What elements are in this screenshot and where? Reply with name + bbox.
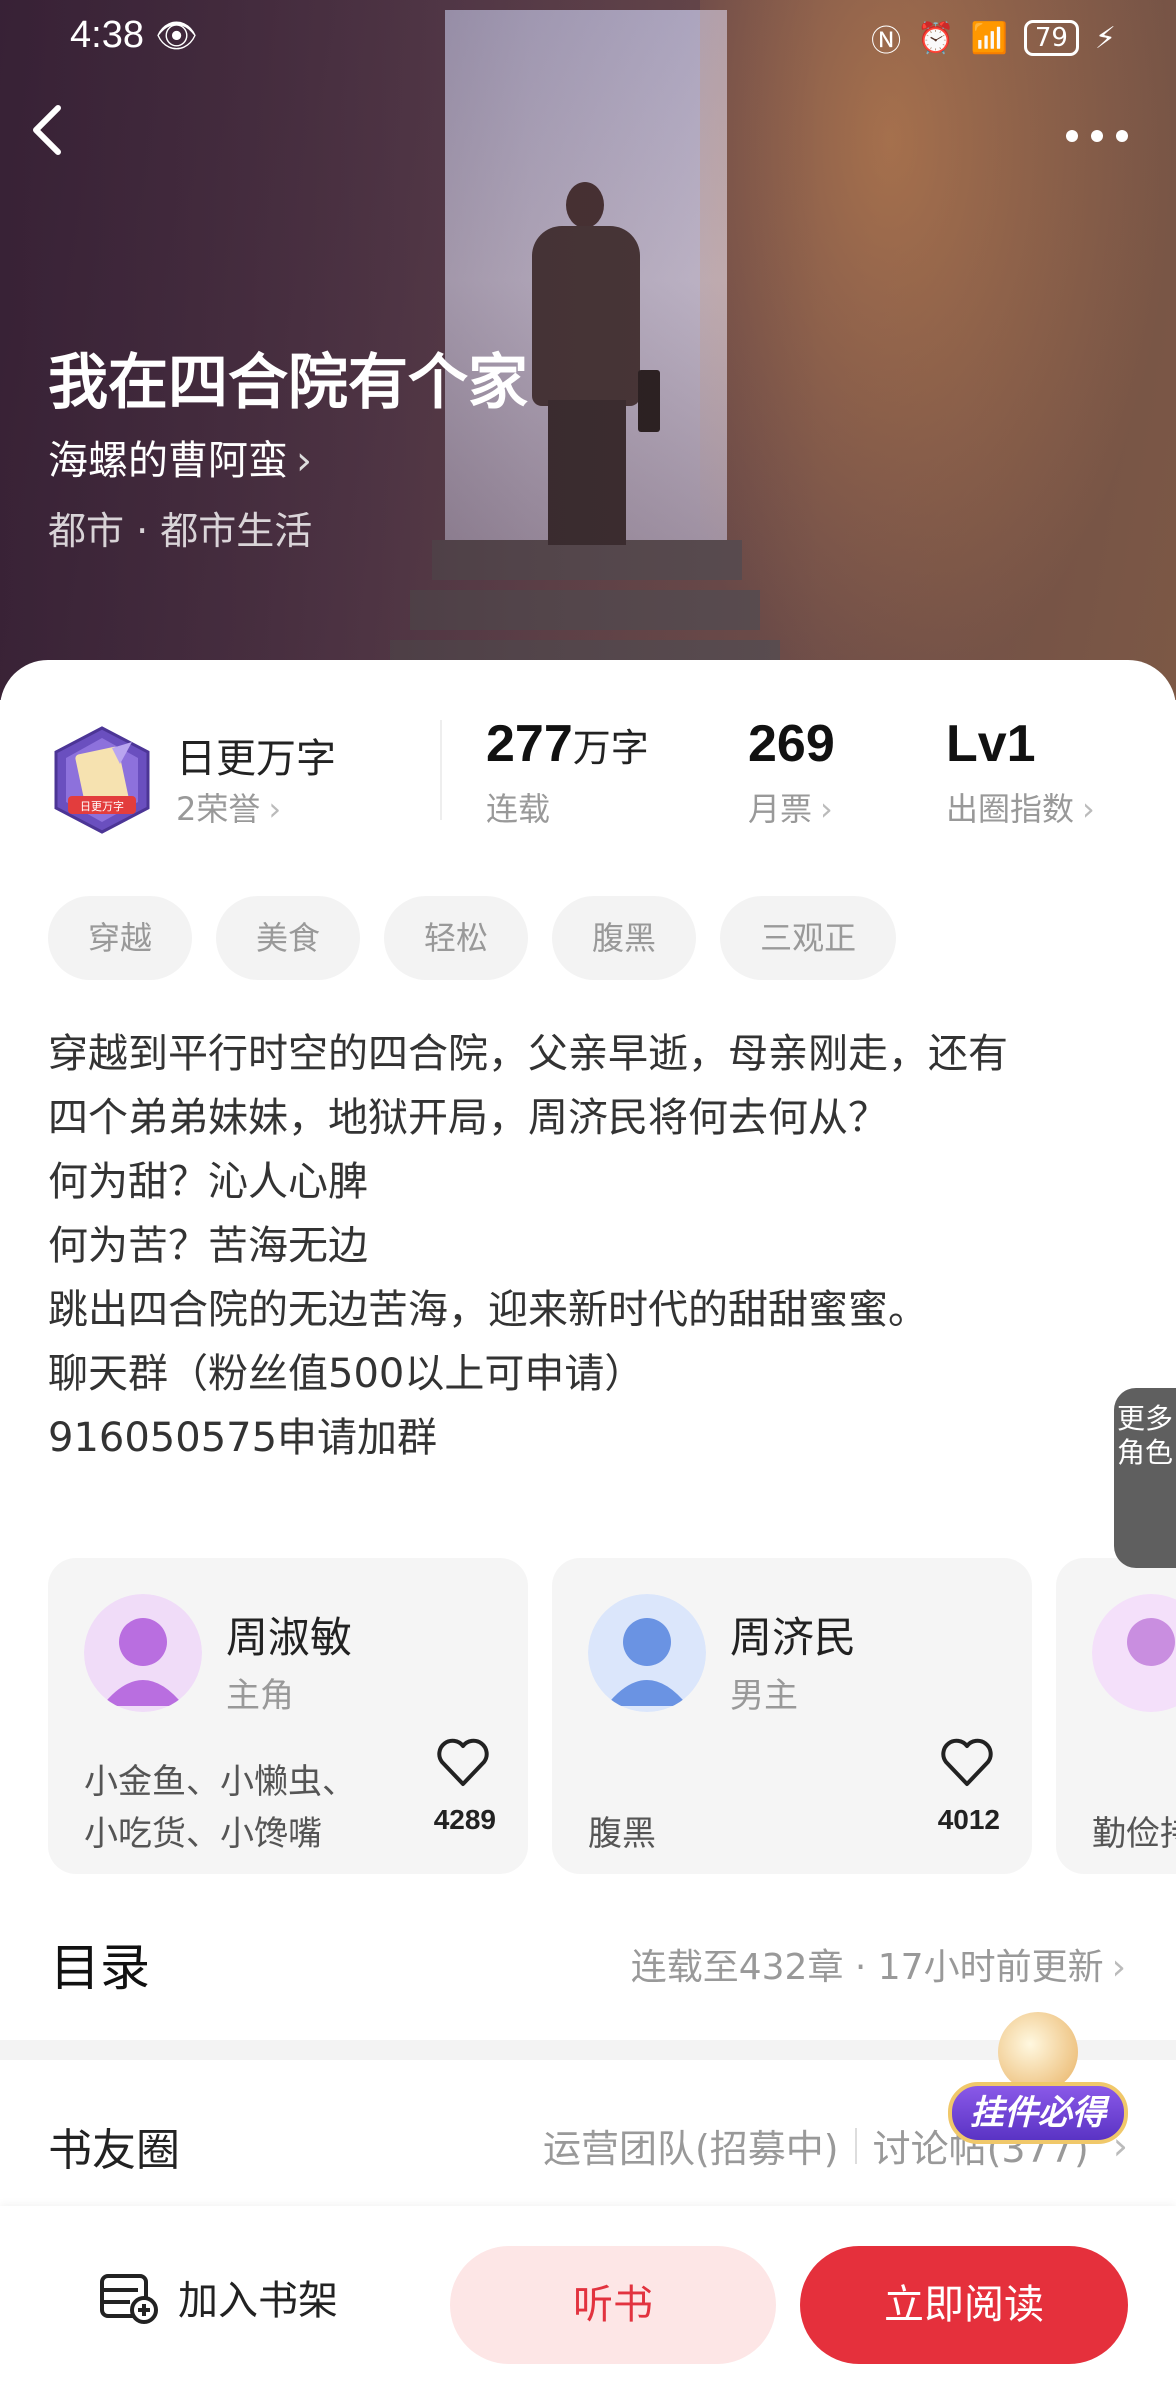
stat-monthly-tickets[interactable]: 269 月票 › — [748, 714, 835, 830]
like-count: 4012 — [937, 1804, 1000, 1835]
character-tags: 腹黑 — [588, 1814, 656, 1854]
book-description[interactable]: 穿越到平行时空的四合院，父亲早逝，母亲刚走，还有 四个弟弟妹妹，地狱开局，周济民… — [48, 1022, 1138, 1470]
charging-icon: ⚡ — [1094, 20, 1116, 56]
bottom-action-bar: 加入书架 听书 立即阅读 — [0, 2206, 1176, 2400]
character-name: 周济民 — [730, 1613, 857, 1662]
status-time: 4:38 — [70, 14, 144, 56]
tag-chip[interactable]: 穿越 — [48, 896, 193, 980]
stat-value: 277 — [486, 715, 573, 773]
description-line: 四个弟弟妹妹，地狱开局，周济民将何去何从？ — [48, 1095, 888, 1141]
ops-team-link[interactable]: 运营团队(招募中) — [543, 2118, 839, 2173]
chevron-right-icon: › — [820, 790, 833, 828]
pendant-promo[interactable]: 挂件必得 — [948, 2012, 1130, 2152]
stat-popularity-index[interactable]: Lv1 出圈指数 › — [946, 714, 1095, 830]
toc-title: 目录 — [50, 1939, 150, 1997]
tag-chip[interactable]: 腹黑 — [552, 896, 697, 980]
more-characters-button[interactable]: 更多角色 — [1114, 1388, 1176, 1568]
divider — [854, 2127, 857, 2164]
stat-label: 月票 — [748, 790, 813, 828]
stat-value: Lv1 — [946, 715, 1036, 773]
toc-update-info: 连载至432章 · 17小时前更新 — [630, 1947, 1104, 1988]
description-line: 聊天群（粉丝值500以上可申请） — [48, 1351, 645, 1397]
description-line: 916050575申请加群 — [48, 1415, 438, 1461]
honor-count-link[interactable]: 2荣誉 › — [176, 784, 281, 830]
pendant-label: 挂件必得 — [948, 2082, 1128, 2144]
description-line: 穿越到平行时空的四合院，父亲早逝，母亲刚走，还有 — [48, 1031, 1008, 1077]
eye-icon: 👁 — [155, 16, 199, 56]
author-name: 海螺的曹阿蛮 — [48, 438, 288, 484]
character-avatar — [1092, 1594, 1176, 1712]
tag-chip[interactable]: 美食 — [216, 896, 361, 980]
add-to-shelf-label: 加入书架 — [178, 2278, 338, 2324]
status-icons: Ⓝ ⏰ 📶 79 ⚡ — [871, 16, 1116, 60]
character-avatar — [588, 1594, 706, 1712]
character-avatar — [84, 1594, 202, 1712]
badge-text: 日更万字 — [80, 799, 124, 813]
chevron-right-icon: › — [1082, 790, 1095, 828]
heart-icon[interactable] — [940, 1738, 994, 1788]
stat-unit: 万字 — [572, 726, 649, 770]
character-tags: 小金鱼、小懒虫、小吃货、小馋嘴 — [84, 1762, 356, 1854]
tag-chip[interactable]: 三观正 — [720, 896, 897, 980]
description-line: 何为苦？苦海无边 — [48, 1223, 368, 1269]
alarm-icon: ⏰ — [917, 20, 955, 56]
character-role: 男主 — [730, 1676, 798, 1716]
chevron-left-icon — [33, 105, 61, 155]
book-genre: 都市 · 都市生活 — [48, 509, 313, 553]
add-to-shelf-button[interactable]: 加入书架 — [98, 2250, 338, 2344]
stat-label: 出圈指数 — [946, 790, 1075, 828]
stat-word-count: 277万字 连载 — [486, 714, 649, 830]
like-count: 4289 — [433, 1804, 496, 1835]
stat-value: 269 — [748, 715, 835, 773]
chevron-right-icon: › — [268, 790, 282, 828]
honor-badge-icon[interactable]: 日更万字 — [50, 724, 154, 836]
chevron-right-icon: › — [296, 438, 312, 484]
battery-icon: 79 — [1023, 20, 1079, 56]
pendant-mascot-icon — [998, 2012, 1078, 2092]
chevron-right-icon: › — [1111, 1947, 1126, 1988]
honor-title: 日更万字 — [176, 736, 336, 782]
shelf-add-icon — [100, 2274, 158, 2324]
author-link[interactable]: 海螺的曹阿蛮 › — [48, 428, 312, 486]
toc-link[interactable]: 连载至432章 · 17小时前更新 › — [631, 1938, 1126, 1990]
more-dots-icon — [1066, 130, 1128, 142]
character-list: 周淑敏 主角 小金鱼、小懒虫、小吃货、小馋嘴 4289 周济民 男主 腹黑 40… — [48, 1558, 1176, 1878]
wifi-icon: 📶 — [970, 20, 1008, 56]
description-line: 跳出四合院的无边苦海，迎来新时代的甜甜蜜蜜。 — [48, 1287, 928, 1333]
honor-count: 2荣誉 — [176, 790, 261, 828]
character-card[interactable]: 周淑敏 主角 小金鱼、小懒虫、小吃货、小馋嘴 4289 — [48, 1558, 528, 1874]
character-name: 周淑敏 — [226, 1613, 353, 1662]
divider — [440, 720, 442, 820]
tag-chip[interactable]: 轻松 — [384, 896, 529, 980]
tag-list: 穿越 美食 轻松 腹黑 三观正 — [48, 896, 897, 980]
character-card[interactable]: 勤俭持 — [1056, 1558, 1176, 1874]
character-card[interactable]: 周济民 男主 腹黑 4012 — [552, 1558, 1032, 1874]
read-now-button[interactable]: 立即阅读 — [800, 2246, 1128, 2364]
back-button[interactable] — [28, 100, 88, 176]
description-line: 何为甜？沁人心脾 — [48, 1159, 368, 1205]
heart-icon[interactable] — [436, 1738, 490, 1788]
nfc-icon: Ⓝ — [871, 24, 902, 59]
stat-label: 连载 — [486, 790, 551, 828]
character-tags: 勤俭持 — [1092, 1814, 1176, 1854]
status-bar: 4:38 👁 Ⓝ ⏰ 📶 79 ⚡ — [0, 0, 1176, 72]
book-circle-title: 书友圈 — [48, 2125, 180, 2176]
character-role: 主角 — [226, 1676, 294, 1716]
listen-button[interactable]: 听书 — [450, 2246, 776, 2364]
book-title: 我在四合院有个家 — [48, 348, 528, 418]
more-options-button[interactable] — [1062, 112, 1142, 162]
